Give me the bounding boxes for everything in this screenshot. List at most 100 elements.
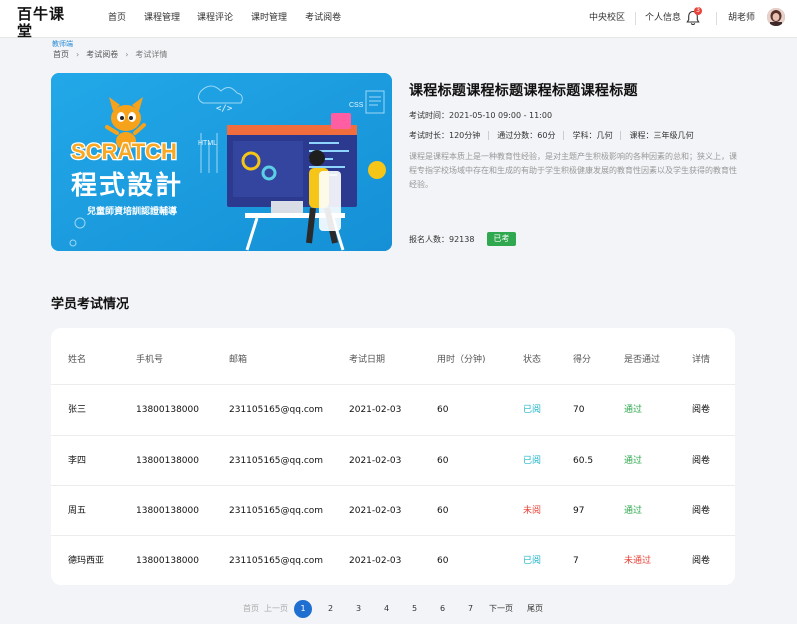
banner-code-glyph: </> bbox=[216, 104, 233, 114]
student-exam-table: 姓名 手机号 邮箱 考试日期 用时（分钟) 状态 得分 是否通过 详情 张三 1… bbox=[51, 328, 735, 585]
header-exam-date: 考试日期 bbox=[349, 355, 386, 365]
cell-exam-date: 2021-02-03 bbox=[349, 405, 402, 415]
pagination: 首页 上一页 1 2 3 4 5 6 7 下一页 尾页 bbox=[0, 600, 797, 618]
logo[interactable]: 百牛课堂 教师端 bbox=[17, 6, 77, 49]
cell-passed: 通过 bbox=[624, 456, 643, 466]
cell-passed: 通过 bbox=[624, 506, 643, 516]
cell-exam-date: 2021-02-03 bbox=[349, 556, 402, 566]
exam-time: 考试时间：2021-05-10 09:00 - 11:00 bbox=[409, 111, 553, 120]
cell-exam-date: 2021-02-03 bbox=[349, 456, 402, 466]
cell-email: 231105165@qq.com bbox=[229, 556, 324, 566]
pagination-page-4[interactable]: 4 bbox=[384, 600, 389, 618]
cell-status: 未阅 bbox=[523, 506, 542, 516]
cell-duration: 60 bbox=[437, 405, 449, 415]
cell-name: 张三 bbox=[68, 405, 87, 415]
cell-score: 97 bbox=[573, 506, 585, 516]
cell-email: 231105165@qq.com bbox=[229, 405, 324, 415]
grade-paper-link[interactable]: 阅卷 bbox=[692, 536, 710, 586]
pagination-page-5[interactable]: 5 bbox=[412, 600, 417, 618]
nav-course-management[interactable]: 课程管理 bbox=[144, 0, 180, 38]
exam-duration: 考试时长：120分钟 bbox=[409, 131, 481, 140]
enroll-count: 报名人数：92138 bbox=[409, 235, 475, 244]
pagination-prev[interactable]: 上一页 bbox=[264, 600, 288, 618]
section-title: 学员考试情况 bbox=[51, 297, 130, 312]
cell-phone: 13800138000 bbox=[136, 556, 199, 566]
breadcrumb-exam-detail: 考试详情 bbox=[135, 50, 168, 59]
nav-lesson-management[interactable]: 课时管理 bbox=[251, 0, 287, 38]
profile-link[interactable]: 个人信息 bbox=[645, 0, 681, 38]
table-header: 姓名 手机号 邮箱 考试日期 用时（分钟) 状态 得分 是否通过 详情 bbox=[51, 335, 735, 385]
cell-score: 70 bbox=[573, 405, 585, 415]
breadcrumb-home[interactable]: 首页 bbox=[53, 49, 69, 60]
header-duration: 用时（分钟) bbox=[437, 355, 486, 365]
exam-meta: 考试时长：120分钟 通过分数：60分 学科：几何 课程：三年级几何 bbox=[409, 130, 693, 141]
cell-status: 已阅 bbox=[523, 556, 542, 566]
nav-divider bbox=[635, 12, 636, 25]
teacher-name[interactable]: 胡老师 bbox=[728, 0, 755, 38]
chevron-right-icon: › bbox=[76, 50, 80, 59]
cell-score: 60.5 bbox=[573, 456, 594, 466]
avatar[interactable] bbox=[767, 8, 785, 26]
cell-phone: 13800138000 bbox=[136, 405, 199, 415]
cell-phone: 13800138000 bbox=[136, 456, 199, 466]
course-title: 课程标题课程标题课程标题课程标题 bbox=[409, 83, 638, 99]
status-badge: 已考 bbox=[487, 232, 516, 246]
logo-title: 百牛课堂 bbox=[17, 5, 66, 40]
cell-duration: 60 bbox=[437, 506, 449, 516]
banner-scratch-logo: SCRATCH bbox=[71, 139, 177, 164]
banner-title: 程式設計 bbox=[71, 170, 183, 201]
header-name: 姓名 bbox=[68, 355, 87, 365]
breadcrumb-exam-grading[interactable]: 考试阅卷 bbox=[86, 49, 118, 60]
cell-phone: 13800138000 bbox=[136, 506, 199, 516]
campus-selector[interactable]: 中央校区 bbox=[589, 0, 625, 38]
course-description: 课程是课程本质上是一种教育性经验，是对主题产生积极影响的各种因素的总和；狭义上，… bbox=[409, 152, 737, 189]
table-row: 张三 13800138000 231105165@qq.com 2021-02-… bbox=[51, 385, 735, 435]
meta-divider bbox=[563, 131, 565, 140]
pagination-page-2[interactable]: 2 bbox=[328, 600, 333, 618]
cell-status: 已阅 bbox=[523, 405, 542, 415]
header-score: 得分 bbox=[573, 355, 592, 365]
table-row: 德玛西亚 13800138000 231105165@qq.com 2021-0… bbox=[51, 536, 735, 586]
course-banner-image: </> HTML CSS SCRATCH 程式設計 兒童師資培訓認證輔導 bbox=[51, 73, 392, 251]
logo-subtitle: 教师端 bbox=[52, 40, 73, 48]
pass-score: 通过分数：60分 bbox=[497, 131, 556, 140]
nav-course-comments[interactable]: 课程评论 bbox=[197, 0, 233, 38]
grade-paper-link[interactable]: 阅卷 bbox=[692, 385, 710, 435]
header-phone: 手机号 bbox=[136, 355, 164, 365]
cell-passed: 通过 bbox=[624, 405, 643, 415]
banner-css-label: CSS bbox=[349, 102, 364, 109]
nav-home[interactable]: 首页 bbox=[108, 0, 126, 38]
cell-name: 德玛西亚 bbox=[68, 556, 105, 566]
subject: 学科：几何 bbox=[572, 131, 613, 140]
pagination-page-1[interactable]: 1 bbox=[294, 600, 312, 618]
cell-status: 已阅 bbox=[523, 456, 542, 466]
cell-name: 李四 bbox=[68, 456, 87, 466]
cell-email: 231105165@qq.com bbox=[229, 456, 324, 466]
table-row: 周五 13800138000 231105165@qq.com 2021-02-… bbox=[51, 486, 735, 536]
pagination-page-3[interactable]: 3 bbox=[356, 600, 361, 618]
grade-paper-link[interactable]: 阅卷 bbox=[692, 486, 710, 536]
pagination-first[interactable]: 首页 bbox=[243, 600, 259, 618]
cell-duration: 60 bbox=[437, 456, 449, 466]
grade-paper-link[interactable]: 阅卷 bbox=[692, 436, 710, 486]
nav-exam-grading[interactable]: 考试阅卷 bbox=[305, 0, 341, 38]
top-navbar: 百牛课堂 教师端 首页 课程管理 课程评论 课时管理 考试阅卷 中央校区 个人信… bbox=[0, 0, 797, 48]
header-detail: 详情 bbox=[692, 355, 711, 365]
pagination-page-6[interactable]: 6 bbox=[440, 600, 445, 618]
cell-duration: 60 bbox=[437, 556, 449, 566]
pagination-next[interactable]: 下一页 bbox=[489, 600, 513, 618]
nav-divider bbox=[716, 12, 717, 25]
table-row: 李四 13800138000 231105165@qq.com 2021-02-… bbox=[51, 436, 735, 486]
banner-html-label: HTML bbox=[198, 140, 217, 147]
notification-badge: 3 bbox=[694, 7, 702, 15]
header-email: 邮箱 bbox=[229, 355, 248, 365]
cell-name: 周五 bbox=[68, 506, 87, 516]
cell-score: 7 bbox=[573, 556, 579, 566]
main-nav: 首页 课程管理 课程评论 课时管理 考试阅卷 bbox=[108, 0, 359, 38]
chevron-right-icon: › bbox=[125, 50, 129, 59]
breadcrumb: 首页 › 考试阅卷 › 考试详情 bbox=[53, 49, 167, 60]
pagination-page-7[interactable]: 7 bbox=[468, 600, 473, 618]
cell-email: 231105165@qq.com bbox=[229, 506, 324, 516]
pagination-last[interactable]: 尾页 bbox=[527, 600, 543, 618]
course-name: 课程：三年级几何 bbox=[629, 131, 694, 140]
